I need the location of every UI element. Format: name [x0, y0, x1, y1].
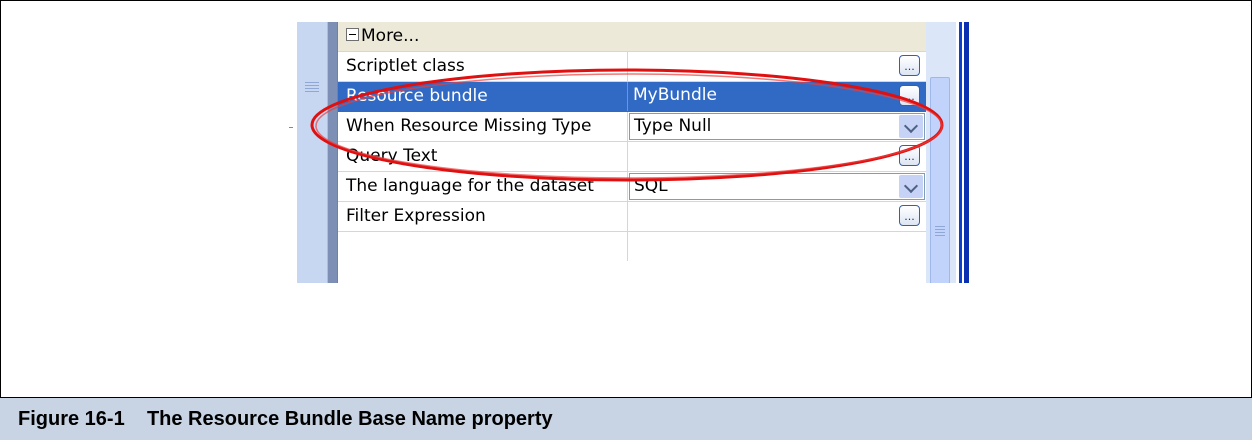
figure-number: Figure 16-1 — [18, 408, 125, 430]
property-row-filter-expression[interactable]: Filter Expression ... — [338, 202, 927, 232]
figure-caption: Figure 16-1 The Resource Bundle Base Nam… — [0, 397, 1252, 440]
caption-text: Figure 16-1 The Resource Bundle Base Nam… — [18, 408, 553, 431]
collapse-minus-icon[interactable] — [346, 28, 359, 41]
highlight-ellipse — [310, 68, 944, 182]
category-label-cell: More... — [338, 22, 927, 51]
scroll-grip-icon — [935, 226, 945, 238]
property-row-empty — [338, 232, 927, 262]
empty-name-cell — [338, 232, 628, 261]
property-value[interactable] — [629, 202, 927, 231]
ellipsis-button[interactable]: ... — [899, 205, 920, 226]
margin-tick — [289, 127, 293, 128]
category-label: More... — [361, 26, 420, 46]
figure-title: The Resource Bundle Base Name property — [146, 408, 553, 430]
category-row-more[interactable]: More... — [338, 22, 927, 52]
window-edge — [956, 22, 973, 283]
property-name: Filter Expression — [338, 202, 628, 231]
